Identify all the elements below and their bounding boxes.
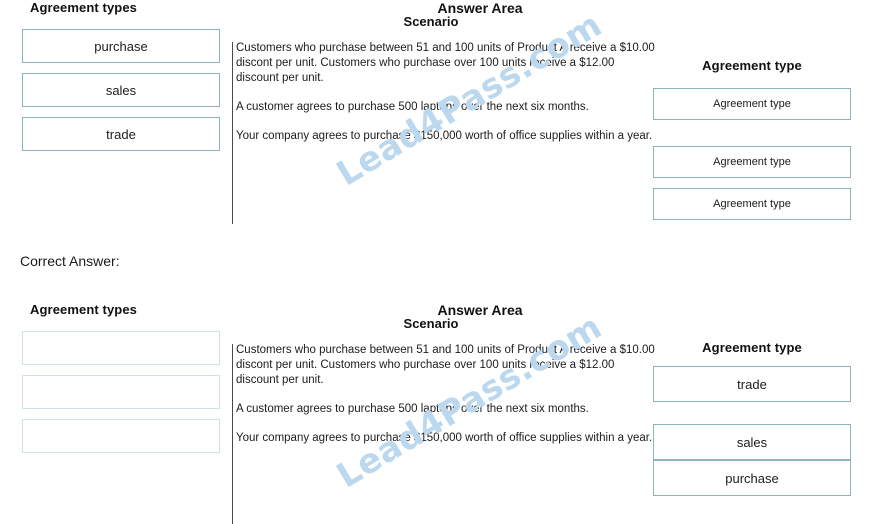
- scenario-heading: Scenario: [403, 14, 459, 29]
- tile-label: purchase: [94, 38, 148, 54]
- answer-slot-value: sales: [736, 434, 768, 450]
- answer-slot-2[interactable]: Agreement type: [653, 146, 851, 178]
- scenario-heading: Scenario: [403, 316, 459, 331]
- agreement-types-heading: Agreement types: [30, 302, 137, 317]
- answer-slot-3[interactable]: Agreement type: [653, 188, 851, 220]
- scenario-row: A customer agrees to purchase 500 laptop…: [236, 101, 589, 113]
- question-block: Agreement types purchase sales trade Ans…: [0, 0, 878, 245]
- answer-slot-value: Agreement type: [713, 156, 791, 168]
- agreement-types-source-panel: Agreement types purchase sales trade: [22, 0, 220, 161]
- agreement-type-tile-empty-1[interactable]: [22, 331, 220, 365]
- agreement-type-tile-trade[interactable]: trade: [22, 117, 220, 151]
- agreement-types-source-panel-answer: Agreement types: [22, 302, 220, 463]
- answer-area-divider: [232, 344, 233, 524]
- scenario-row: Your company agrees to purchase $150,000…: [236, 432, 653, 444]
- scenario-column: Scenario Customers who purchase between …: [236, 0, 660, 144]
- agreement-type-tile-empty-2[interactable]: [22, 375, 220, 409]
- correct-answer-label: Correct Answer:: [20, 253, 120, 269]
- agreement-types-heading: Agreement types: [30, 0, 137, 15]
- scenario-row: Customers who purchase between 51 and 10…: [236, 42, 655, 84]
- agreement-type-tile-purchase[interactable]: purchase: [22, 29, 220, 63]
- answer-slot-3[interactable]: purchase: [653, 460, 851, 496]
- tile-label: trade: [106, 126, 136, 142]
- agreement-type-heading: Agreement type: [702, 58, 802, 73]
- agreement-type-heading: Agreement type: [702, 340, 802, 355]
- scenario-column: Scenario Customers who purchase between …: [236, 302, 660, 446]
- answer-slot-value: purchase: [725, 470, 779, 486]
- agreement-type-tile-empty-3[interactable]: [22, 419, 220, 453]
- scenario-row: Your company agrees to purchase $150,000…: [236, 130, 653, 142]
- agreement-type-tile-sales[interactable]: sales: [22, 73, 220, 107]
- answer-slot-value: trade: [737, 376, 767, 392]
- answer-slot-1[interactable]: trade: [653, 366, 851, 402]
- tile-label: sales: [105, 82, 137, 98]
- answer-area-divider: [232, 42, 233, 224]
- answer-slot-1[interactable]: Agreement type: [653, 88, 851, 120]
- scenario-row: A customer agrees to purchase 500 laptop…: [236, 403, 589, 415]
- answer-slot-value: Agreement type: [713, 98, 791, 110]
- scenario-row: Customers who purchase between 51 and 10…: [236, 344, 655, 386]
- answer-slot-2[interactable]: sales: [653, 424, 851, 460]
- answer-slot-value: Agreement type: [713, 198, 791, 210]
- correct-answer-block: Agreement types Answer Area Scenario Cus…: [0, 302, 878, 524]
